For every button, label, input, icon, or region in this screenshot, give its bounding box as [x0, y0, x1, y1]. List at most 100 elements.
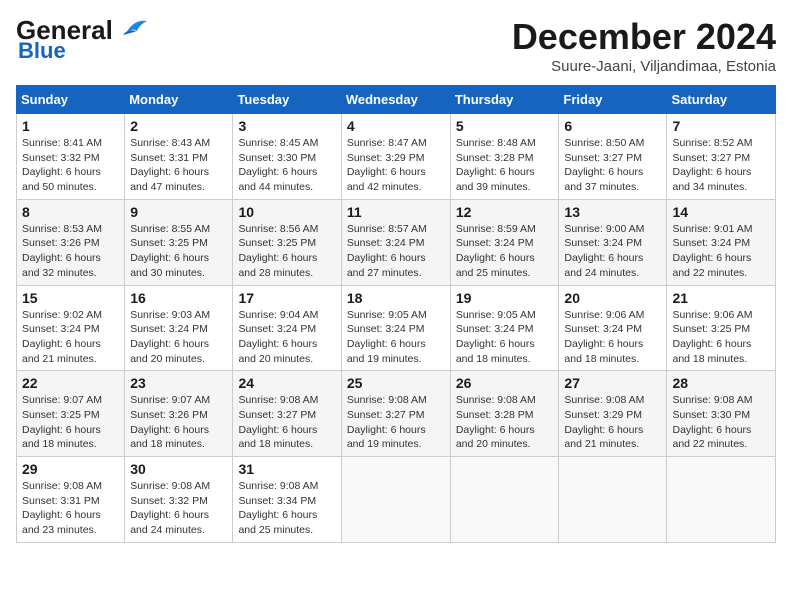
day-number: 9: [130, 204, 227, 220]
calendar-day-cell: 27Sunrise: 9:08 AMSunset: 3:29 PMDayligh…: [559, 371, 667, 457]
day-number: 12: [456, 204, 554, 220]
day-info: Sunrise: 9:06 AMSunset: 3:24 PMDaylight:…: [564, 308, 661, 367]
day-info: Sunrise: 9:08 AMSunset: 3:28 PMDaylight:…: [456, 393, 554, 452]
day-info: Sunrise: 9:04 AMSunset: 3:24 PMDaylight:…: [238, 308, 335, 367]
day-number: 26: [456, 375, 554, 391]
calendar-day-cell: 8Sunrise: 8:53 AMSunset: 3:26 PMDaylight…: [17, 199, 125, 285]
logo: General Blue: [16, 16, 149, 63]
day-number: 20: [564, 290, 661, 306]
empty-cell: [667, 457, 776, 543]
weekday-header: Friday: [559, 86, 667, 114]
day-info: Sunrise: 9:07 AMSunset: 3:25 PMDaylight:…: [22, 393, 119, 452]
day-number: 8: [22, 204, 119, 220]
day-info: Sunrise: 9:01 AMSunset: 3:24 PMDaylight:…: [672, 222, 770, 281]
calendar-week-row: 15 Sunrise: 9:02 AMSunset: 3:24 PMDayligh…: [17, 285, 776, 371]
weekday-header: Thursday: [450, 86, 559, 114]
day-number: 7: [672, 118, 770, 134]
calendar-day-cell: 1Sunrise: 8:41 AMSunset: 3:32 PMDaylight…: [17, 114, 125, 200]
calendar-day-cell: 24Sunrise: 9:08 AMSunset: 3:27 PMDayligh…: [233, 371, 341, 457]
day-number: 19: [456, 290, 554, 306]
day-info: Sunrise: 9:03 AMSunset: 3:24 PMDaylight:…: [130, 308, 227, 367]
calendar-week-row: 29 Sunrise: 9:08 AMSunset: 3:31 PMDayligh…: [17, 457, 776, 543]
day-number: 31: [238, 461, 335, 477]
calendar-day-cell: 13Sunrise: 9:00 AMSunset: 3:24 PMDayligh…: [559, 199, 667, 285]
day-number: 21: [672, 290, 770, 306]
logo-blue-text: Blue: [18, 39, 149, 63]
title-block: December 2024 Suure-Jaani, Viljandimaa, …: [512, 16, 776, 75]
calendar-day-cell: 23 Sunrise: 9:07 AMSunset: 3:26 PMDayligh…: [125, 371, 233, 457]
day-info: Sunrise: 8:52 AMSunset: 3:27 PMDaylight:…: [672, 136, 770, 195]
location-subtitle: Suure-Jaani, Viljandimaa, Estonia: [512, 58, 776, 75]
calendar-table: SundayMondayTuesdayWednesdayThursdayFrid…: [16, 85, 776, 543]
empty-cell: [341, 457, 450, 543]
day-info: Sunrise: 9:05 AMSunset: 3:24 PMDaylight:…: [347, 308, 445, 367]
day-info: Sunrise: 8:48 AMSunset: 3:28 PMDaylight:…: [456, 136, 554, 195]
calendar-day-cell: 18 Sunrise: 9:05 AMSunset: 3:24 PMDayligh…: [341, 285, 450, 371]
day-number: 3: [238, 118, 335, 134]
day-info: Sunrise: 9:05 AMSunset: 3:24 PMDaylight:…: [456, 308, 554, 367]
day-info: Sunrise: 8:59 AMSunset: 3:24 PMDaylight:…: [456, 222, 554, 281]
day-number: 18: [347, 290, 445, 306]
day-info: Sunrise: 8:41 AMSunset: 3:32 PMDaylight:…: [22, 136, 119, 195]
day-info: Sunrise: 9:08 AMSunset: 3:34 PMDaylight:…: [238, 479, 335, 538]
calendar-day-cell: 12 Sunrise: 8:59 AMSunset: 3:24 PMDayligh…: [450, 199, 559, 285]
day-info: Sunrise: 8:56 AMSunset: 3:25 PMDaylight:…: [238, 222, 335, 281]
day-number: 27: [564, 375, 661, 391]
calendar-day-cell: 26 Sunrise: 9:08 AMSunset: 3:28 PMDayligh…: [450, 371, 559, 457]
weekday-header: Sunday: [17, 86, 125, 114]
calendar-day-cell: 4 Sunrise: 8:47 AMSunset: 3:29 PMDaylight…: [341, 114, 450, 200]
weekday-header: Tuesday: [233, 86, 341, 114]
empty-cell: [559, 457, 667, 543]
day-info: Sunrise: 9:06 AMSunset: 3:25 PMDaylight:…: [672, 308, 770, 367]
calendar-day-cell: 14 Sunrise: 9:01 AMSunset: 3:24 PMDayligh…: [667, 199, 776, 285]
calendar-day-cell: 20 Sunrise: 9:06 AMSunset: 3:24 PMDayligh…: [559, 285, 667, 371]
day-info: Sunrise: 8:50 AMSunset: 3:27 PMDaylight:…: [564, 136, 661, 195]
calendar-day-cell: 21 Sunrise: 9:06 AMSunset: 3:25 PMDayligh…: [667, 285, 776, 371]
day-info: Sunrise: 8:55 AMSunset: 3:25 PMDaylight:…: [130, 222, 227, 281]
day-number: 25: [347, 375, 445, 391]
day-info: Sunrise: 9:08 AMSunset: 3:27 PMDaylight:…: [238, 393, 335, 452]
day-number: 30: [130, 461, 227, 477]
calendar-week-row: 8Sunrise: 8:53 AMSunset: 3:26 PMDaylight…: [17, 199, 776, 285]
day-number: 22: [22, 375, 119, 391]
day-number: 4: [347, 118, 445, 134]
day-number: 29: [22, 461, 119, 477]
day-number: 15: [22, 290, 119, 306]
calendar-day-cell: 25Sunrise: 9:08 AMSunset: 3:27 PMDayligh…: [341, 371, 450, 457]
day-number: 2: [130, 118, 227, 134]
day-info: Sunrise: 8:45 AMSunset: 3:30 PMDaylight:…: [238, 136, 335, 195]
calendar-day-cell: 30 Sunrise: 9:08 AMSunset: 3:32 PMDayligh…: [125, 457, 233, 543]
calendar-week-row: 22 Sunrise: 9:07 AMSunset: 3:25 PMDayligh…: [17, 371, 776, 457]
calendar-day-cell: 19 Sunrise: 9:05 AMSunset: 3:24 PMDayligh…: [450, 285, 559, 371]
day-info: Sunrise: 9:08 AMSunset: 3:32 PMDaylight:…: [130, 479, 227, 538]
calendar-day-cell: 2 Sunrise: 8:43 AMSunset: 3:31 PMDaylight…: [125, 114, 233, 200]
calendar-day-cell: 3 Sunrise: 8:45 AMSunset: 3:30 PMDaylight…: [233, 114, 341, 200]
day-info: Sunrise: 8:43 AMSunset: 3:31 PMDaylight:…: [130, 136, 227, 195]
day-number: 5: [456, 118, 554, 134]
calendar-day-cell: 17Sunrise: 9:04 AMSunset: 3:24 PMDayligh…: [233, 285, 341, 371]
calendar-week-row: 1Sunrise: 8:41 AMSunset: 3:32 PMDaylight…: [17, 114, 776, 200]
day-info: Sunrise: 9:08 AMSunset: 3:30 PMDaylight:…: [672, 393, 770, 452]
day-number: 14: [672, 204, 770, 220]
day-info: Sunrise: 8:47 AMSunset: 3:29 PMDaylight:…: [347, 136, 445, 195]
calendar-day-cell: 15 Sunrise: 9:02 AMSunset: 3:24 PMDayligh…: [17, 285, 125, 371]
month-title: December 2024: [512, 16, 776, 58]
weekday-header: Monday: [125, 86, 233, 114]
day-info: Sunrise: 9:02 AMSunset: 3:24 PMDaylight:…: [22, 308, 119, 367]
day-number: 10: [238, 204, 335, 220]
day-info: Sunrise: 8:57 AMSunset: 3:24 PMDaylight:…: [347, 222, 445, 281]
calendar-day-cell: 22 Sunrise: 9:07 AMSunset: 3:25 PMDayligh…: [17, 371, 125, 457]
day-info: Sunrise: 9:07 AMSunset: 3:26 PMDaylight:…: [130, 393, 227, 452]
calendar-day-cell: 31 Sunrise: 9:08 AMSunset: 3:34 PMDayligh…: [233, 457, 341, 543]
day-info: Sunrise: 9:08 AMSunset: 3:31 PMDaylight:…: [22, 479, 119, 538]
calendar-day-cell: 5 Sunrise: 8:48 AMSunset: 3:28 PMDaylight…: [450, 114, 559, 200]
calendar-day-cell: 29 Sunrise: 9:08 AMSunset: 3:31 PMDayligh…: [17, 457, 125, 543]
day-number: 6: [564, 118, 661, 134]
weekday-header: Wednesday: [341, 86, 450, 114]
day-number: 23: [130, 375, 227, 391]
calendar-day-cell: 7 Sunrise: 8:52 AMSunset: 3:27 PMDaylight…: [667, 114, 776, 200]
day-number: 13: [564, 204, 661, 220]
day-number: 16: [130, 290, 227, 306]
calendar-day-cell: 11Sunrise: 8:57 AMSunset: 3:24 PMDayligh…: [341, 199, 450, 285]
page-header: General Blue December 2024 Suure-Jaani, …: [16, 16, 776, 75]
